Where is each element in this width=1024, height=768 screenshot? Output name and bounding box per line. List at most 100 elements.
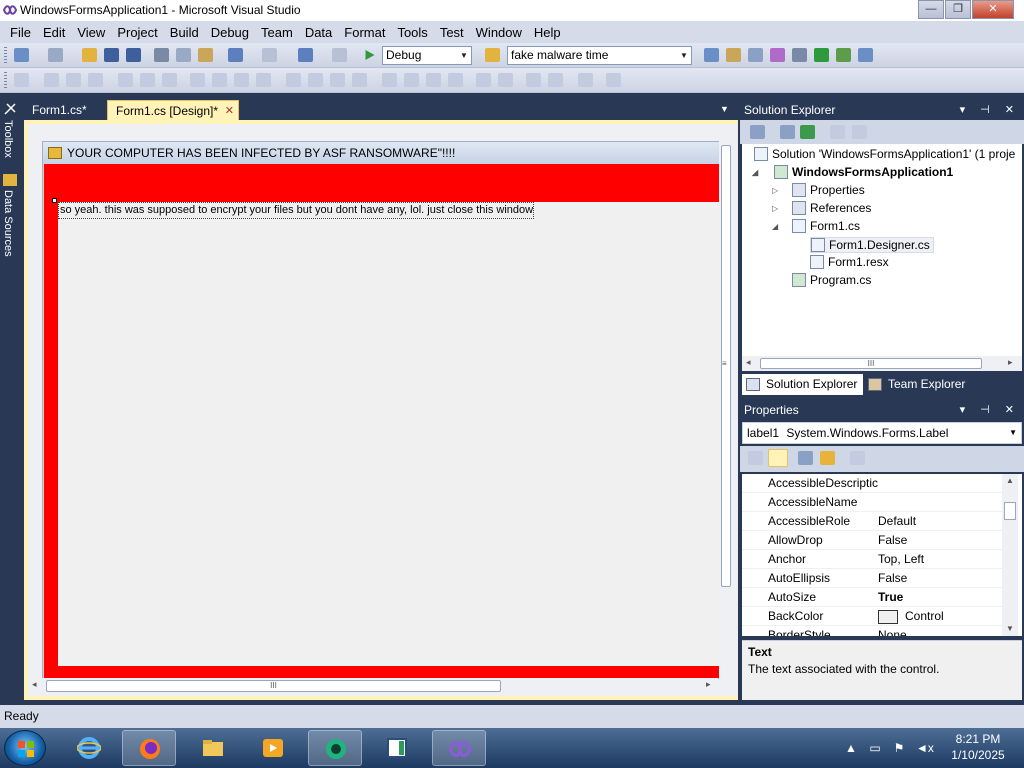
tree-item-references[interactable]: ▷ References xyxy=(772,201,871,215)
align-to-grid-icon[interactable] xyxy=(14,73,29,87)
scroll-up-icon[interactable]: ▲ xyxy=(1006,476,1014,485)
tools-icon[interactable] xyxy=(792,48,807,62)
increase-vertical-spacing-icon[interactable] xyxy=(404,73,419,87)
property-row[interactable]: BackColor Control xyxy=(742,607,1002,626)
remove-horizontal-spacing-icon[interactable] xyxy=(352,73,367,87)
data-sources-tab[interactable]: Data Sources xyxy=(2,190,14,257)
make-same-height-icon[interactable] xyxy=(234,73,249,87)
designer-horizontal-scrollbar[interactable]: ◂ III ▸ xyxy=(28,678,718,693)
property-row[interactable]: AutoSize True xyxy=(742,588,1002,607)
designer-vertical-scrollbar[interactable]: ≡ xyxy=(719,141,733,687)
scroll-left-icon[interactable]: ◂ xyxy=(32,679,37,690)
open-file-icon[interactable] xyxy=(82,48,97,62)
tab-form1-design[interactable]: Form1.cs [Design]* ✕ xyxy=(107,100,239,120)
undo-icon[interactable] xyxy=(228,48,243,62)
menu-debug[interactable]: Debug xyxy=(205,25,255,40)
view-designer-icon[interactable] xyxy=(852,125,867,139)
scroll-thumb[interactable]: III xyxy=(46,680,501,692)
alphabetical-icon[interactable] xyxy=(768,449,788,467)
property-row[interactable]: AccessibleRole Default xyxy=(742,512,1002,531)
align-lefts-icon[interactable] xyxy=(44,73,59,87)
selection-handle[interactable] xyxy=(52,198,57,203)
toolbar-grip[interactable] xyxy=(4,72,7,89)
align-centers-icon[interactable] xyxy=(66,73,81,87)
cut-icon[interactable] xyxy=(154,48,169,62)
tree-item-form1-resx[interactable]: Form1.resx xyxy=(810,255,889,269)
property-row[interactable]: AccessibleName xyxy=(742,493,1002,512)
menu-view[interactable]: View xyxy=(71,25,111,40)
expand-arrow-icon[interactable]: ▷ xyxy=(772,204,778,213)
taskbar-notepad-app[interactable] xyxy=(370,730,424,766)
collapse-arrow-icon[interactable]: ◢ xyxy=(752,168,758,177)
extension-manager-icon[interactable] xyxy=(836,48,851,62)
tray-clock[interactable]: 8:21 PM 1/10/2025 xyxy=(938,731,1018,763)
menu-tools[interactable]: Tools xyxy=(391,25,433,40)
tab-team-explorer[interactable]: Team Explorer xyxy=(864,374,971,395)
expand-arrow-icon[interactable]: ▷ xyxy=(772,186,778,195)
solution-configuration-dropdown[interactable]: Debug ▼ xyxy=(382,46,472,65)
label1-control[interactable]: so yeah. this was supposed to encrypt yo… xyxy=(58,202,534,219)
bring-to-front-icon[interactable] xyxy=(526,73,541,87)
property-row[interactable]: AccessibleDescriptic xyxy=(742,474,1002,493)
toolbar-grip[interactable] xyxy=(4,47,7,64)
volume-muted-icon[interactable]: ◄x xyxy=(916,741,934,755)
taskbar-file-explorer[interactable] xyxy=(186,730,240,766)
menu-data[interactable]: Data xyxy=(299,25,338,40)
menu-file[interactable]: File xyxy=(4,25,37,40)
make-same-size-icon[interactable] xyxy=(256,73,271,87)
scroll-right-icon[interactable]: ▸ xyxy=(706,679,711,690)
toolbox-icon[interactable] xyxy=(770,48,785,62)
toolbox-tab[interactable]: Toolbox xyxy=(2,120,14,158)
remove-vertical-spacing-icon[interactable] xyxy=(448,73,463,87)
align-tops-icon[interactable] xyxy=(118,73,133,87)
menu-window[interactable]: Window xyxy=(470,25,528,40)
size-to-grid-icon[interactable] xyxy=(212,73,227,87)
toolbar-options-icon[interactable] xyxy=(606,73,621,87)
show-all-files-icon[interactable] xyxy=(780,125,795,139)
find-in-files-icon[interactable] xyxy=(485,48,500,62)
menu-format[interactable]: Format xyxy=(338,25,391,40)
increase-horizontal-spacing-icon[interactable] xyxy=(308,73,323,87)
panel-controls[interactable]: ▾ ⊣ ✕ xyxy=(960,400,1020,420)
designed-form-client-area[interactable] xyxy=(58,202,719,666)
minimize-button[interactable]: — xyxy=(918,0,944,19)
taskbar-gaming-app[interactable] xyxy=(308,730,362,766)
collapse-arrow-icon[interactable]: ◢ xyxy=(772,222,778,231)
tree-item-solution[interactable]: Solution 'WindowsFormsApplication1' (1 p… xyxy=(754,147,1015,161)
tree-item-project[interactable]: ◢ WindowsFormsApplication1 xyxy=(752,165,953,179)
object-browser-icon[interactable] xyxy=(748,48,763,62)
view-code-icon[interactable] xyxy=(830,125,845,139)
tree-item-form1-cs[interactable]: ◢ Form1.cs xyxy=(772,219,860,233)
scroll-left-icon[interactable]: ◂ xyxy=(746,357,751,368)
designed-form-title-bar[interactable]: YOUR COMPUTER HAS BEEN INFECTED BY ASF R… xyxy=(43,142,719,164)
menu-test[interactable]: Test xyxy=(434,25,470,40)
network-icon[interactable]: ▭ xyxy=(868,741,882,755)
decrease-horizontal-spacing-icon[interactable] xyxy=(330,73,345,87)
taskbar-firefox[interactable] xyxy=(122,730,176,766)
send-to-back-icon[interactable] xyxy=(548,73,563,87)
solution-explorer-icon[interactable] xyxy=(704,48,719,62)
scroll-down-icon[interactable]: ▼ xyxy=(1006,624,1014,633)
property-row[interactable]: AutoEllipsis False xyxy=(742,569,1002,588)
new-project-icon[interactable] xyxy=(14,48,29,62)
command-window-icon[interactable] xyxy=(858,48,873,62)
decrease-vertical-spacing-icon[interactable] xyxy=(426,73,441,87)
tree-item-form1-designer-cs[interactable]: Form1.Designer.cs xyxy=(810,237,934,253)
properties-view-icon[interactable] xyxy=(798,451,813,465)
tree-item-program-cs[interactable]: Program.cs xyxy=(792,273,871,287)
properties-icon[interactable] xyxy=(750,125,765,139)
menu-help[interactable]: Help xyxy=(528,25,567,40)
align-middles-icon[interactable] xyxy=(140,73,155,87)
panel-controls[interactable]: ▾ ⊣ ✕ xyxy=(960,100,1020,120)
align-rights-icon[interactable] xyxy=(88,73,103,87)
find-combo[interactable]: fake malware time ▼ xyxy=(507,46,692,65)
vertical-spacing-icon[interactable] xyxy=(382,73,397,87)
redo-icon[interactable] xyxy=(262,48,277,62)
taskbar-visual-studio[interactable] xyxy=(432,730,486,766)
tree-item-properties[interactable]: ▷ Properties xyxy=(772,183,865,197)
make-same-width-icon[interactable] xyxy=(190,73,205,87)
property-row[interactable]: AllowDrop False xyxy=(742,531,1002,550)
tab-solution-explorer[interactable]: Solution Explorer xyxy=(742,374,864,395)
navigate-forward-icon[interactable] xyxy=(332,48,347,62)
start-debugging-icon[interactable] xyxy=(362,48,377,62)
